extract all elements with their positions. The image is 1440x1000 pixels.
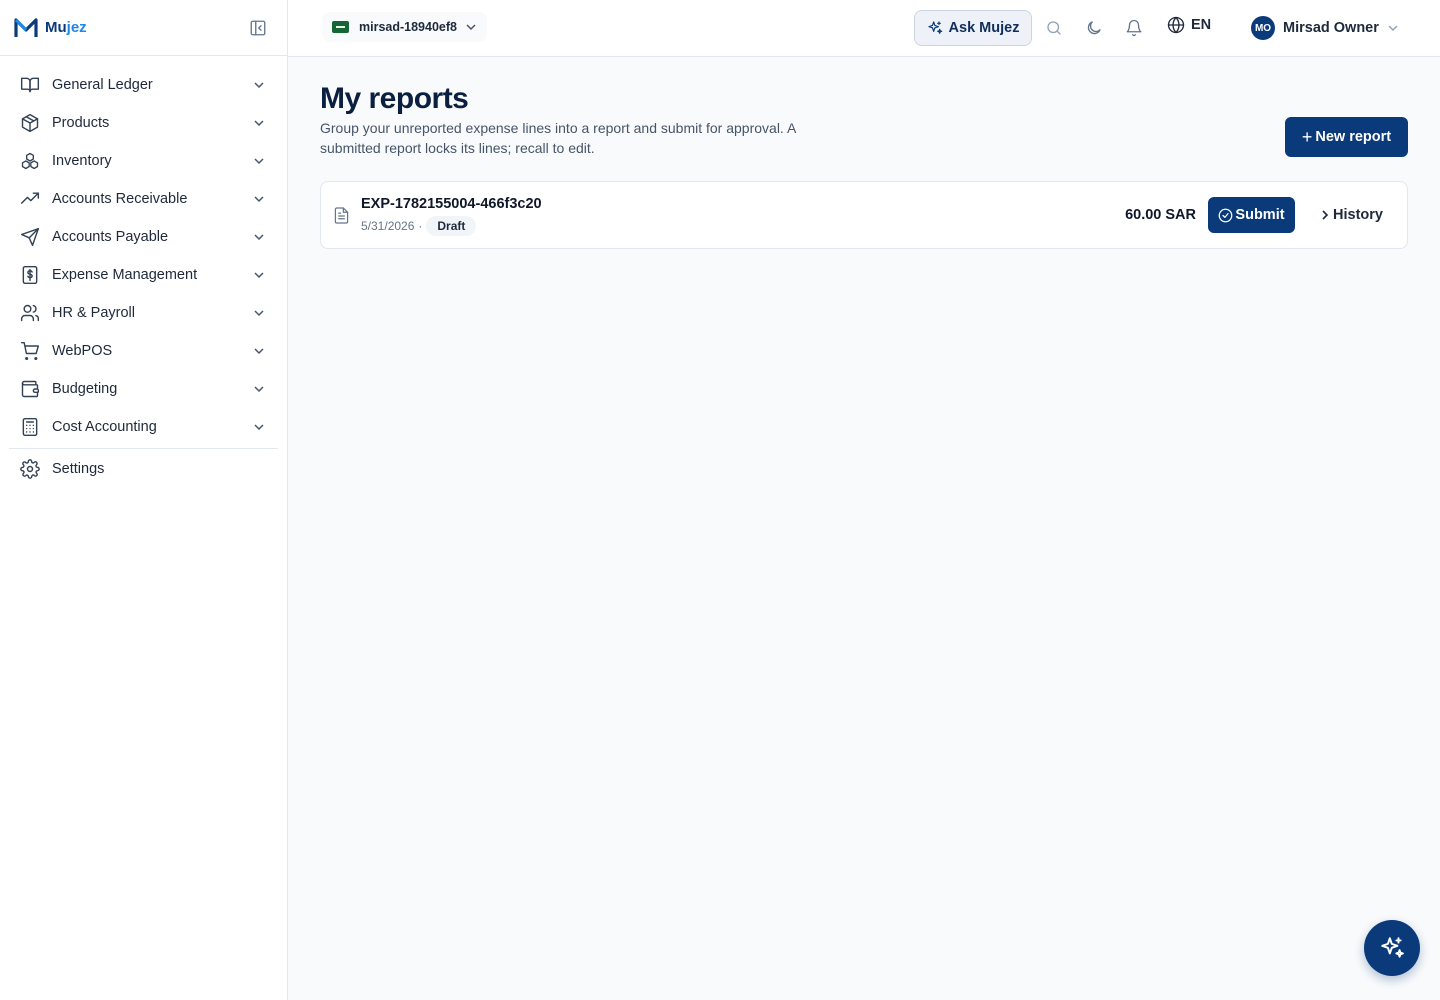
top-bar: mirsad-18940ef8 Ask Mujez EN MO Mirsad O… (288, 0, 1440, 57)
saudi-flag-icon (332, 21, 349, 33)
sidebar-item-label: General Ledger (52, 77, 153, 93)
report-amount: 60.00 SAR (1125, 207, 1196, 223)
chevron-down-icon (1388, 25, 1398, 32)
org-name: mirsad-18940ef8 (359, 20, 457, 34)
sidebar-item-expense-management[interactable]: Expense Management (0, 256, 287, 294)
sidebar-item-label: Accounts Payable (52, 229, 169, 245)
user-menu[interactable]: MO Mirsad Owner (1251, 16, 1399, 40)
boxes-icon (21, 152, 39, 170)
moon-icon[interactable] (1085, 19, 1103, 37)
users-icon (20, 304, 40, 322)
sidebar-item-accounts-payable[interactable]: Accounts Payable (0, 218, 287, 256)
sidebar-nav: General Ledger Products Inventory Accoun… (0, 56, 287, 488)
sparkles-icon (1381, 937, 1404, 958)
sidebar-item-label: WebPOS (52, 343, 113, 359)
sidebar-item-webpos[interactable]: WebPOS (0, 332, 287, 370)
mujez-logo-icon (14, 17, 38, 37)
assistant-fab-button[interactable] (1364, 920, 1420, 976)
sidebar-item-hr-payroll[interactable]: HR & Payroll (0, 294, 287, 332)
sidebar-item-settings[interactable]: Settings (0, 450, 287, 488)
main-content: My reports Group your unreported expense… (288, 57, 1440, 1000)
report-id: EXP-1782155004-466f3c20 (361, 196, 542, 212)
gear-icon (20, 459, 40, 479)
sidebar-item-cost-accounting[interactable]: Cost Accounting (0, 408, 287, 446)
sparkles-icon (927, 21, 942, 34)
history-label: History (1333, 207, 1383, 223)
book-open-icon (20, 77, 40, 93)
wallet-icon (21, 380, 40, 398)
file-text-icon (334, 207, 349, 224)
chevron-right-icon (1322, 210, 1329, 220)
report-meta: 5/31/2026 · Draft (361, 216, 477, 236)
ask-mujez-label: Ask Mujez (948, 20, 1020, 36)
bell-icon[interactable] (1125, 19, 1143, 37)
brand-name: Mujez (45, 19, 87, 36)
globe-icon (1167, 16, 1185, 34)
chevron-down-icon (254, 272, 264, 279)
report-date: 5/31/2026 (361, 219, 415, 233)
language-switcher[interactable]: EN (1167, 16, 1211, 34)
sidebar-divider (9, 448, 278, 449)
sidebar-item-products[interactable]: Products (0, 104, 287, 142)
org-switcher[interactable]: mirsad-18940ef8 (322, 12, 487, 42)
chevron-down-icon (466, 24, 476, 31)
sidebar-item-budgeting[interactable]: Budgeting (0, 370, 287, 408)
chevron-down-icon (254, 120, 264, 127)
report-card[interactable]: EXP-1782155004-466f3c20 5/31/2026 · Draf… (320, 181, 1408, 249)
chevron-down-icon (254, 196, 264, 203)
submit-button[interactable]: Submit (1208, 197, 1295, 233)
sidebar-item-label: Settings (52, 461, 105, 477)
meta-separator: · (418, 219, 423, 233)
sidebar-item-accounts-receivable[interactable]: Accounts Receivable (0, 180, 287, 218)
trending-up-icon (20, 192, 40, 204)
check-circle-icon (1219, 208, 1233, 222)
page-title: My reports (320, 82, 469, 115)
chevron-down-icon (254, 386, 264, 393)
search-icon[interactable] (1045, 19, 1063, 37)
chevron-down-icon (254, 310, 264, 317)
submit-label: Submit (1235, 207, 1285, 223)
sidebar-item-label: HR & Payroll (52, 305, 135, 321)
chevron-down-icon (254, 82, 264, 89)
avatar: MO (1251, 16, 1275, 40)
history-button[interactable]: History (1319, 207, 1383, 223)
package-icon (21, 113, 39, 133)
chevron-down-icon (254, 424, 264, 431)
user-name: Mirsad Owner (1283, 20, 1379, 36)
sidebar-item-inventory[interactable]: Inventory (0, 142, 287, 180)
sidebar-collapse-icon[interactable] (249, 19, 267, 37)
new-report-label: New report (1315, 129, 1392, 145)
page-subtitle: Group your unreported expense lines into… (320, 120, 796, 156)
status-badge: Draft (426, 216, 477, 236)
receipt-icon (22, 265, 38, 285)
sidebar-item-label: Accounts Receivable (52, 191, 188, 207)
sidebar-item-label: Budgeting (52, 381, 118, 397)
chevron-down-icon (254, 234, 264, 241)
sidebar-item-label: Inventory (52, 153, 112, 169)
new-report-button[interactable]: + New report (1285, 117, 1408, 157)
sidebar-item-label: Expense Management (52, 267, 198, 283)
sidebar: Mujez General Ledger Products Inventory … (0, 0, 288, 1000)
sidebar-item-label: Products (52, 115, 110, 131)
language-label: EN (1191, 17, 1212, 33)
calculator-icon (22, 417, 38, 437)
chevron-down-icon (254, 348, 264, 355)
sidebar-item-general-ledger[interactable]: General Ledger (0, 66, 287, 104)
plus-icon: + (1301, 127, 1313, 147)
ask-mujez-button[interactable]: Ask Mujez (914, 10, 1032, 46)
chevron-down-icon (254, 158, 264, 165)
brand: Mujez (0, 0, 287, 56)
sidebar-item-label: Cost Accounting (52, 419, 157, 435)
shopping-cart-icon (20, 341, 40, 361)
send-icon (20, 227, 40, 247)
